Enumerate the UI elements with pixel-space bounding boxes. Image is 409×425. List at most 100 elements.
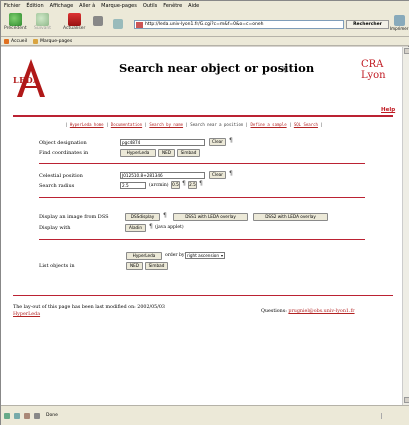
bookmark-home[interactable]: Accueil bbox=[4, 38, 28, 44]
search-radius-input[interactable]: 2.5 bbox=[120, 182, 146, 189]
help-link[interactable]: Help bbox=[381, 107, 395, 113]
menu-edit[interactable]: Édition bbox=[26, 3, 43, 9]
find-simbad-button[interactable]: Simbad bbox=[177, 149, 200, 157]
nav-hyperleda-home[interactable]: HyperLeda home bbox=[70, 122, 104, 127]
list-ned-button[interactable]: NED bbox=[126, 262, 143, 270]
object-designation-input[interactable]: pgc4874 bbox=[120, 139, 205, 146]
lyon-text: Lyon bbox=[361, 70, 386, 81]
cra-lyon-logo[interactable]: CRA Lyon bbox=[361, 59, 386, 81]
reload-button[interactable]: Actualiser bbox=[63, 13, 85, 31]
composer-icon[interactable] bbox=[14, 413, 20, 419]
stop-button[interactable] bbox=[93, 16, 103, 26]
aladin-help-mark-icon[interactable]: ¶ bbox=[149, 223, 153, 230]
back-arrow-icon bbox=[8, 13, 22, 26]
mail-icon[interactable] bbox=[4, 413, 10, 419]
questions-label: Questions: bbox=[261, 309, 287, 314]
home-button[interactable] bbox=[113, 19, 123, 29]
footer-contact: Questions: prugniel@obs.univ-lyon1.fr bbox=[261, 309, 355, 314]
page-content: LEDA Search near object or position ¶ CR… bbox=[1, 47, 402, 405]
footer-modified: The lay-out of this page has been last m… bbox=[13, 305, 165, 317]
print-button[interactable]: Imprimer bbox=[390, 15, 408, 31]
display-with-label: Display with bbox=[39, 225, 71, 231]
aladin-button[interactable]: Aladin bbox=[125, 224, 146, 232]
title-help-mark-icon[interactable]: ¶ bbox=[283, 67, 287, 74]
bookmark-folder[interactable]: Marque-pages bbox=[33, 38, 73, 44]
status-text: Done bbox=[46, 413, 58, 418]
navigation-toolbar: Précédent Suivant Actualiser http://leda… bbox=[1, 11, 409, 37]
order-by-label: order by bbox=[165, 253, 185, 258]
radius-0.5-button[interactable]: 0.5 bbox=[171, 181, 180, 189]
menu-file[interactable]: Fichier bbox=[4, 3, 20, 9]
reload-label: Actualiser bbox=[63, 26, 86, 31]
bookmark-home-label: Accueil bbox=[11, 38, 28, 44]
nav-define-sample[interactable]: Define a sample bbox=[251, 122, 287, 127]
dss-help-mark-icon[interactable]: ¶ bbox=[163, 212, 167, 219]
leda-logo-text: LEDA bbox=[13, 75, 40, 85]
nav-breadcrumb: | HyperLeda home | Documentation | Searc… bbox=[65, 122, 323, 127]
menu-window[interactable]: Fenêtre bbox=[163, 3, 182, 9]
celestial-position-input[interactable]: J012510.8+281346 bbox=[120, 172, 205, 179]
menu-help[interactable]: Aide bbox=[188, 3, 199, 9]
scroll-down-icon[interactable] bbox=[404, 397, 409, 403]
section-divider-2 bbox=[39, 197, 365, 198]
address-text: http://leda.univ-lyon1.fr/G.cgi?c=m&f=0&… bbox=[145, 22, 264, 27]
find-hyperleda-button[interactable]: HyperLeda bbox=[120, 149, 156, 157]
radius-2.5-button[interactable]: 2.5 bbox=[188, 181, 197, 189]
menu-tools[interactable]: Outils bbox=[143, 3, 157, 9]
radius-2.5-help-mark-icon[interactable]: ¶ bbox=[199, 180, 203, 187]
menu-bookmarks[interactable]: Marque-pages bbox=[101, 3, 137, 9]
nav-search-by-name[interactable]: Search by name bbox=[149, 122, 183, 127]
forward-arrow-icon bbox=[36, 13, 49, 26]
back-button[interactable]: Précédent bbox=[4, 13, 27, 31]
list-hyperleda-button[interactable]: HyperLeda bbox=[126, 252, 162, 260]
dss1-overlay-button[interactable]: DSS1 with LEDA overlay bbox=[173, 213, 248, 221]
bookmark-folder-label: Marque-pages bbox=[40, 38, 73, 44]
security-indicator bbox=[381, 413, 403, 419]
status-bar: Done bbox=[1, 405, 409, 425]
find-coordinates-label: Find coordinates in bbox=[39, 150, 89, 156]
celestial-position-label: Celestial position bbox=[39, 173, 83, 179]
position-help-mark-icon[interactable]: ¶ bbox=[229, 170, 233, 177]
menu-view[interactable]: Affichage bbox=[50, 3, 74, 9]
java-applet-label: (java applet) bbox=[155, 225, 184, 230]
forward-button[interactable]: Suivant bbox=[34, 13, 51, 31]
folder-icon bbox=[33, 38, 39, 44]
nav-current: Search near a position bbox=[190, 122, 244, 127]
site-icon bbox=[136, 22, 143, 28]
print-label: Imprimer bbox=[390, 26, 409, 31]
search-label: Rechercher bbox=[353, 22, 382, 27]
display-dss-label: Display an image from DSS bbox=[39, 214, 109, 220]
radius-0.5-help-mark-icon[interactable]: ¶ bbox=[182, 180, 186, 187]
addressbook-icon[interactable] bbox=[24, 413, 30, 419]
footer-hyperleda-link[interactable]: HyperLeda bbox=[13, 312, 165, 317]
menu-go[interactable]: Aller à bbox=[79, 3, 95, 9]
nav-documentation[interactable]: Documentation bbox=[111, 122, 142, 127]
last-modified-text: The lay-out of this page has been last m… bbox=[13, 305, 165, 310]
position-clear-button[interactable]: Clear bbox=[209, 171, 226, 179]
dss-display-button[interactable]: DSSdisplay bbox=[125, 213, 160, 221]
dss2-overlay-button[interactable]: DSS2 with LEDA overlay bbox=[253, 213, 328, 221]
home-icon bbox=[113, 19, 123, 29]
cra-text: CRA bbox=[361, 59, 384, 70]
list-simbad-button[interactable]: Simbad bbox=[145, 262, 168, 270]
status-icons bbox=[4, 413, 40, 419]
contact-email-link[interactable]: prugniel@obs.univ-lyon1.fr bbox=[288, 309, 354, 314]
nav-sql-search[interactable]: SQL Search bbox=[294, 122, 318, 127]
print-icon bbox=[393, 15, 405, 26]
object-designation-label: Object designation bbox=[39, 140, 87, 146]
address-bar[interactable]: http://leda.univ-lyon1.fr/G.cgi?c=m&f=0&… bbox=[134, 20, 344, 29]
find-ned-button[interactable]: NED bbox=[158, 149, 175, 157]
menu-bar: Fichier Édition Affichage Aller à Marque… bbox=[1, 1, 409, 11]
section-divider-3 bbox=[39, 239, 365, 240]
search-button[interactable]: Rechercher bbox=[346, 20, 389, 29]
object-help-mark-icon[interactable]: ¶ bbox=[229, 137, 233, 144]
vertical-scrollbar[interactable] bbox=[402, 47, 409, 405]
forward-label: Suivant bbox=[34, 26, 51, 31]
scroll-up-icon[interactable] bbox=[404, 48, 409, 54]
dev-tools-icon[interactable] bbox=[34, 413, 40, 419]
list-objects-label: List objects in bbox=[39, 263, 75, 269]
search-radius-label: Search radius bbox=[39, 183, 75, 189]
order-by-select[interactable]: right ascension bbox=[185, 252, 225, 259]
footer-divider bbox=[13, 295, 393, 296]
object-clear-button[interactable]: Clear bbox=[209, 138, 226, 146]
